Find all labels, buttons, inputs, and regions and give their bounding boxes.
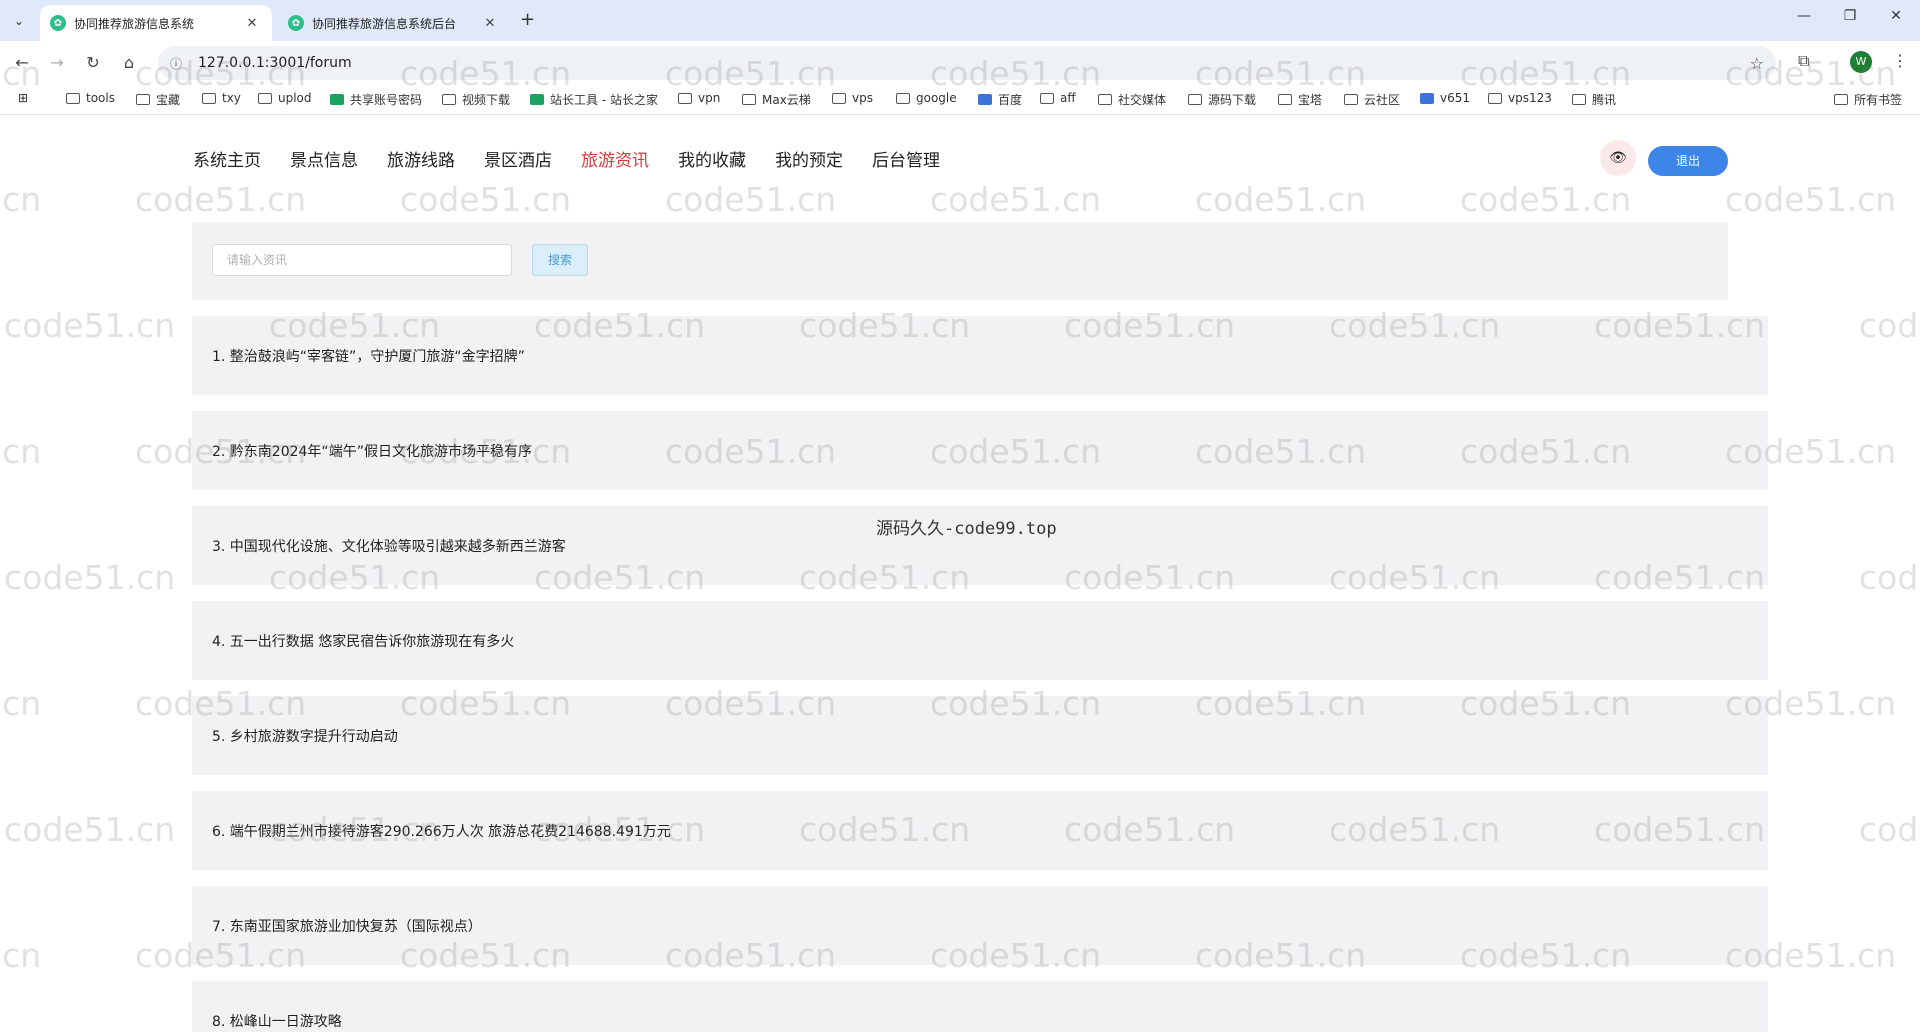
folder-icon [1834, 94, 1848, 105]
bookmark-item[interactable]: google [896, 91, 957, 105]
folder-icon [1098, 94, 1112, 105]
nav-item-news[interactable]: 旅游资讯 [581, 146, 649, 171]
close-icon[interactable]: ✕ [244, 16, 260, 31]
news-item[interactable]: 1. 整治鼓浪屿“宰客链”，守护厦门旅游“金字招牌” [192, 316, 1768, 395]
main-nav: 系统主页 景点信息 旅游线路 景区酒店 旅游资讯 我的收藏 我的预定 后台管理 [193, 146, 969, 171]
browser-toolbar: ← → ↻ ⌂ ⓘ 127.0.0.1:3001/forum ☆ ⧉ W ⋮ [0, 41, 1920, 85]
bookmark-item[interactable]: 站长工具 - 站长之家 [530, 91, 658, 108]
news-item[interactable]: 5. 乡村旅游数字提升行动启动 [192, 696, 1768, 775]
minimize-icon[interactable]: — [1784, 8, 1824, 24]
tab-frontend[interactable]: ✿ 协同推荐旅游信息系统 ✕ [40, 5, 272, 41]
nav-item-attractions[interactable]: 景点信息 [290, 146, 358, 171]
eye-icon[interactable]: 👁 [1600, 140, 1636, 176]
news-item[interactable]: 4. 五一出行数据 悠家民宿告诉你旅游现在有多火 [192, 601, 1768, 680]
tab-search-icon[interactable]: ⌄ [6, 8, 32, 34]
nav-item-routes[interactable]: 旅游线路 [387, 146, 455, 171]
profile-avatar[interactable]: W [1850, 51, 1872, 73]
cloud-icon [202, 92, 216, 104]
url-text[interactable]: 127.0.0.1:3001/forum [198, 55, 352, 71]
forward-icon[interactable]: → [45, 51, 69, 75]
bookmark-item[interactable]: 共享账号密码 [330, 91, 422, 108]
news-item[interactable]: 7. 东南亚国家旅游业加快复苏（国际视点） [192, 886, 1768, 965]
news-item[interactable]: 6. 端午假期兰州市接待游客290.266万人次 旅游总花费214688.491… [192, 791, 1768, 870]
bookmark-item[interactable]: vps123 [1488, 91, 1552, 105]
all-bookmarks[interactable]: 所有书签 [1834, 91, 1902, 108]
nav-item-home[interactable]: 系统主页 [193, 146, 261, 171]
bookmark-item[interactable]: v651 [1420, 91, 1470, 105]
bookmark-star-icon[interactable]: ☆ [1750, 54, 1764, 73]
folder-icon [1572, 94, 1586, 105]
site-favicon-icon: ✿ [50, 15, 66, 31]
page-content: 系统主页 景点信息 旅游线路 景区酒店 旅游资讯 我的收藏 我的预定 后台管理 … [0, 116, 1920, 1032]
news-item[interactable]: 8. 松峰山一日游攻略 [192, 981, 1768, 1032]
close-icon[interactable]: ✕ [482, 16, 498, 31]
address-bar[interactable]: ⓘ 127.0.0.1:3001/forum ☆ [158, 46, 1776, 80]
bookmark-item[interactable]: uplod [258, 91, 312, 105]
bookmark-item[interactable]: 云社区 [1344, 91, 1400, 108]
restore-icon[interactable]: ❐ [1830, 8, 1870, 24]
bookmark-item[interactable]: txy [202, 91, 241, 105]
folder-icon [136, 94, 150, 105]
bookmarks-bar: ⊞ tools 宝藏 txy uplod 共享账号密码 视频下载 站长工具 - … [0, 85, 1920, 115]
reload-icon[interactable]: ↻ [81, 51, 105, 75]
apps-icon[interactable]: ⊞ [18, 91, 28, 105]
v651-icon [1420, 92, 1434, 104]
bookmark-item[interactable]: vps [832, 91, 873, 105]
paw-icon [978, 94, 992, 105]
nav-item-bookings[interactable]: 我的预定 [775, 146, 843, 171]
nav-item-admin[interactable]: 后台管理 [872, 146, 940, 171]
bookmark-item[interactable]: vpn [678, 91, 720, 105]
site-info-icon[interactable]: ⓘ [166, 55, 186, 72]
menu-icon[interactable]: ⋮ [1892, 51, 1908, 70]
news-item[interactable]: 2. 黔东南2024年“端午”假日文化旅游市场平稳有序 [192, 411, 1768, 490]
folder-icon [442, 94, 456, 105]
folder-icon [1488, 92, 1502, 104]
site-favicon-icon: ✿ [288, 15, 304, 31]
sheet-icon [330, 94, 344, 105]
bookmark-item[interactable]: 百度 [978, 91, 1022, 108]
folder-icon [832, 92, 846, 104]
upload-icon [258, 92, 272, 104]
search-panel: 搜索 [192, 222, 1728, 300]
folder-icon [66, 92, 80, 104]
bookmark-item[interactable]: aff [1040, 91, 1076, 105]
overlay-watermark-text: 源码久久-code99.top [876, 519, 1057, 539]
folder-icon [1344, 94, 1358, 105]
folder-icon [1278, 94, 1292, 105]
folder-icon [742, 94, 756, 105]
bookmark-item[interactable]: tools [66, 91, 115, 105]
logout-button[interactable]: 退出 [1648, 146, 1728, 176]
bookmark-item[interactable]: 源码下载 [1188, 91, 1256, 108]
tool-icon [530, 94, 544, 105]
window-close-icon[interactable]: ✕ [1876, 8, 1916, 24]
back-icon[interactable]: ← [10, 51, 34, 75]
bookmark-item[interactable]: 视频下载 [442, 91, 510, 108]
bookmark-item[interactable]: 腾讯 [1572, 91, 1616, 108]
tab-backend[interactable]: ✿ 协同推荐旅游信息系统后台 ✕ [278, 5, 510, 41]
search-button[interactable]: 搜索 [532, 244, 588, 276]
bookmark-item[interactable]: 社交媒体 [1098, 91, 1166, 108]
nav-item-favorites[interactable]: 我的收藏 [678, 146, 746, 171]
bookmark-item[interactable]: 宝藏 [136, 91, 180, 108]
bookmark-item[interactable]: 宝塔 [1278, 91, 1322, 108]
folder-icon [1188, 94, 1202, 105]
folder-icon [896, 92, 910, 104]
tab-title: 协同推荐旅游信息系统 [74, 16, 195, 31]
folder-icon [678, 92, 692, 104]
folder-icon [1040, 92, 1054, 104]
extensions-icon[interactable]: ⧉ [1798, 51, 1809, 71]
search-input[interactable] [212, 244, 512, 276]
tab-title: 协同推荐旅游信息系统后台 [312, 16, 457, 31]
home-icon[interactable]: ⌂ [117, 51, 141, 75]
news-list: 1. 整治鼓浪屿“宰客链”，守护厦门旅游“金字招牌” 2. 黔东南2024年“端… [192, 316, 1768, 1032]
new-tab-icon[interactable]: + [520, 9, 535, 30]
browser-tabstrip: ⌄ ✿ 协同推荐旅游信息系统 ✕ ✿ 协同推荐旅游信息系统后台 ✕ + — ❐ … [0, 0, 1920, 41]
bookmark-item[interactable]: Max云梯 [742, 91, 811, 108]
nav-item-hotels[interactable]: 景区酒店 [484, 146, 552, 171]
